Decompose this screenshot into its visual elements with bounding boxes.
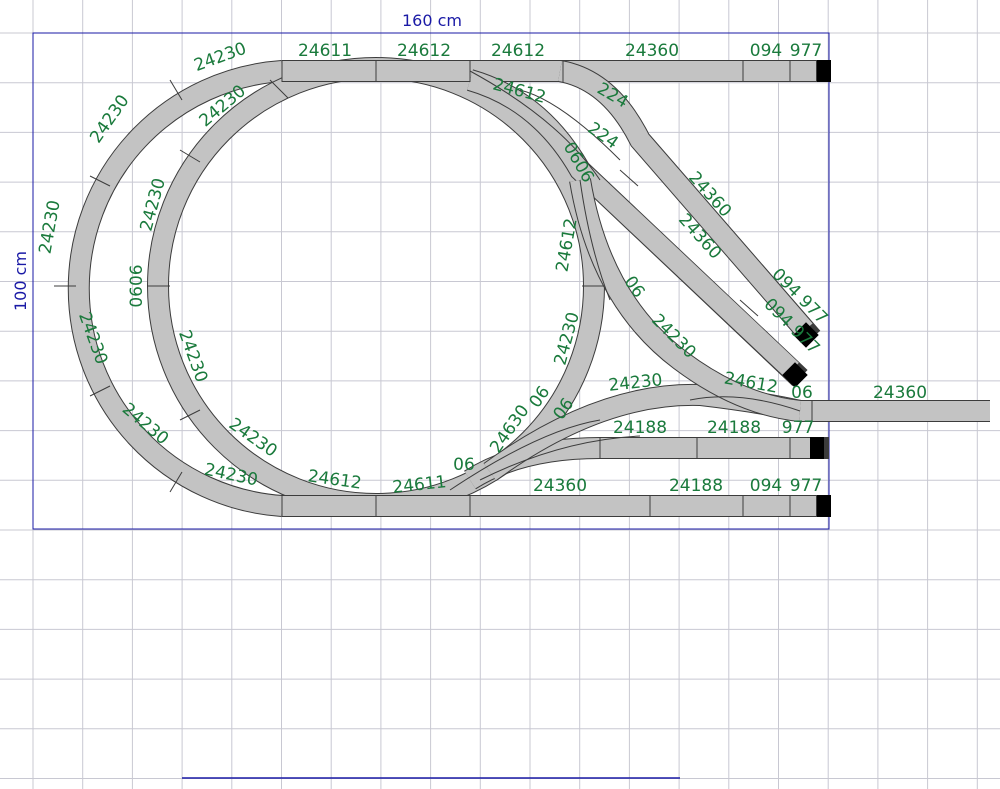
track-label: 24360 [533, 476, 587, 496]
track-label: 0606 [127, 264, 147, 307]
board-width-label: 160 cm [402, 11, 462, 30]
track-label: 24188 [669, 476, 723, 496]
track-label: 24612 [553, 217, 582, 274]
track-label: 977 [790, 476, 822, 496]
buffer-stop [810, 437, 824, 459]
buffer-stop [817, 495, 831, 517]
track-label: 06 [453, 455, 475, 475]
track-label: 06 [791, 383, 813, 403]
track-label: 094 [750, 476, 782, 496]
track-label: 24188 [613, 418, 667, 438]
buffer-stop [817, 60, 831, 82]
track-label: 24612 [397, 41, 451, 61]
track-label: 24230 [36, 199, 65, 256]
track-label: 24360 [625, 41, 679, 61]
track-label: 24612 [491, 41, 545, 61]
track-label: 24360 [873, 383, 927, 403]
track-label: 24188 [707, 418, 761, 438]
track-label: 224 [584, 118, 622, 153]
track-label: 24611 [298, 41, 352, 61]
track-label: 094 [750, 41, 782, 61]
track-plan-canvas: 160 cm 100 cm 24611 24612 24612 24360 09… [0, 0, 1000, 789]
board-height-label: 100 cm [11, 251, 30, 311]
tracks [67, 57, 990, 517]
track-label: 977 [782, 418, 814, 438]
track-label: 977 [790, 41, 822, 61]
